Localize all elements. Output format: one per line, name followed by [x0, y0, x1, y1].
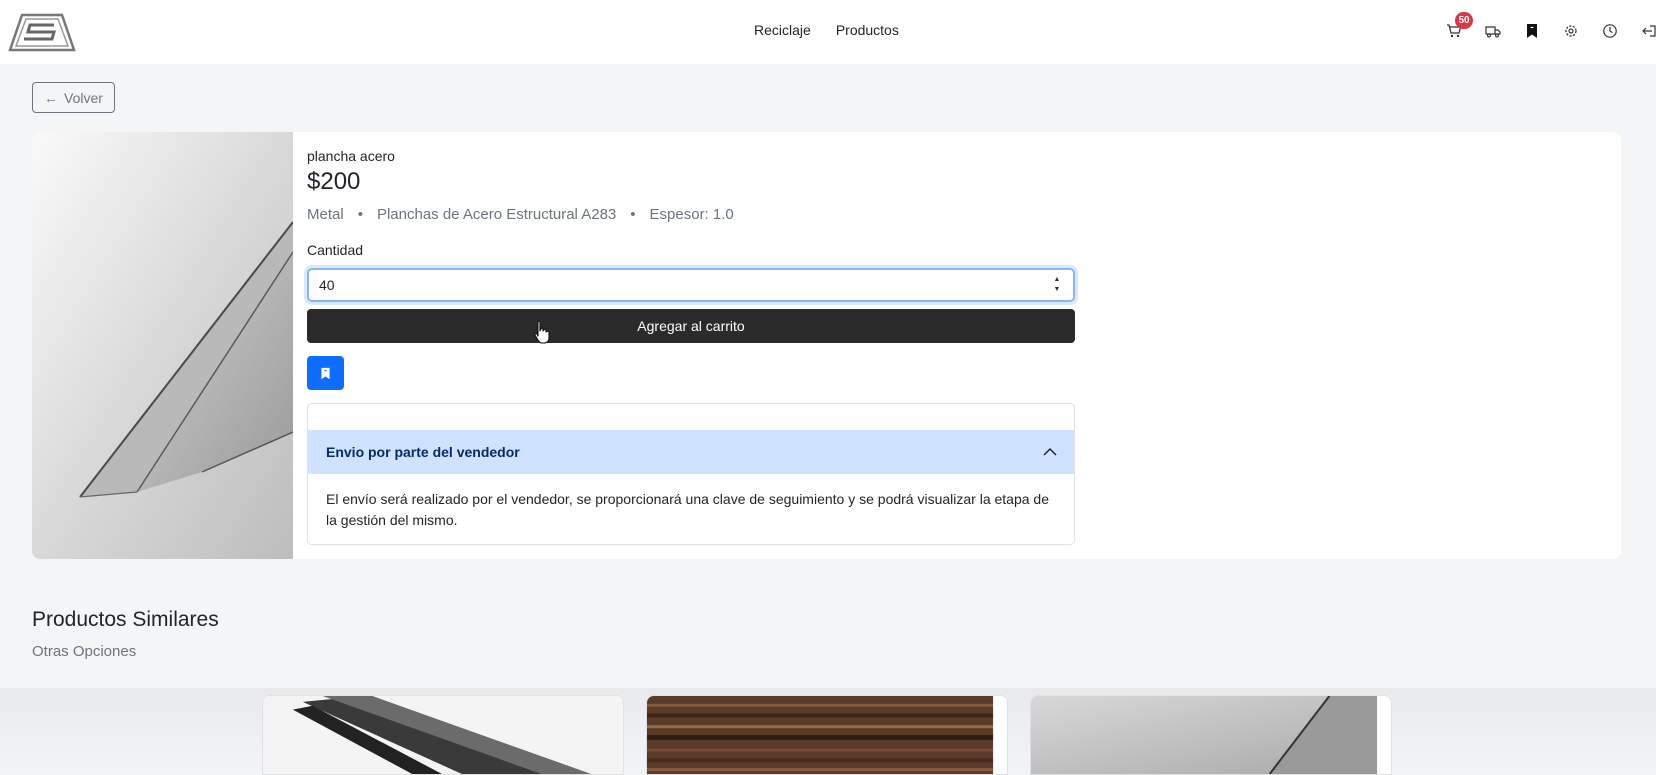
rusty-steel-plates-photo [647, 696, 1007, 774]
product-image [32, 132, 293, 559]
quantity-label: Cantidad [307, 242, 364, 258]
shipping-description: El envío será realizado por el vendedor,… [326, 491, 1049, 528]
shipping-accordion: Envio por parte del vendedor El envío se… [307, 403, 1075, 545]
product-info: plancha acero $200 Metal • Planchas de A… [307, 132, 1077, 559]
nav-icon-bar: 50 [1434, 12, 1656, 42]
saved-button[interactable] [1512, 20, 1551, 42]
product-material: Metal [307, 206, 344, 223]
product-meta: Metal • Planchas de Acero Estructural A2… [307, 206, 734, 223]
bookmark-icon [1526, 24, 1537, 38]
similar-products-title: Productos Similares [32, 608, 219, 631]
navbar: Reciclaje Productos 50 [0, 0, 1656, 64]
bookmark-icon [321, 367, 330, 379]
shipments-button[interactable] [1473, 20, 1512, 42]
truck-icon [1484, 26, 1501, 38]
galvanized-steel-sheet-photo [1031, 696, 1391, 774]
quantity-stepper[interactable]: ▲ ▼ [1051, 276, 1063, 294]
shipping-accordion-header[interactable]: Envio por parte del vendedor [308, 430, 1074, 474]
product-detail-card: plancha acero $200 Metal • Planchas de A… [32, 132, 1621, 559]
logo[interactable] [6, 12, 78, 52]
quantity-input[interactable] [307, 268, 1075, 302]
similar-products-subtitle: Otras Opciones [32, 643, 137, 660]
shipping-title: Envio por parte del vendedor [326, 444, 520, 460]
gear-icon [1564, 25, 1577, 37]
product-thickness: Espesor: 1.0 [649, 206, 734, 223]
product-price: $200 [307, 168, 361, 195]
cart-count-badge: 50 [1455, 12, 1473, 29]
logo-icon [8, 13, 76, 52]
cart-button[interactable]: 50 [1434, 12, 1473, 42]
back-button[interactable]: ← Volver [32, 82, 115, 113]
similar-product-card[interactable] [262, 695, 624, 775]
similar-product-card[interactable] [1030, 695, 1392, 775]
save-product-button[interactable] [307, 356, 344, 390]
similar-product-card[interactable] [646, 695, 1008, 775]
chevron-up-icon [1043, 447, 1057, 456]
main-nav: Reciclaje Productos [754, 22, 899, 38]
steel-sheet-photo [32, 132, 293, 559]
back-button-label: Volver [64, 89, 103, 106]
meta-separator: • [357, 206, 363, 223]
stepper-down-icon[interactable]: ▼ [1054, 286, 1061, 294]
history-button[interactable] [1590, 20, 1629, 42]
dark-steel-sheets-photo [263, 696, 623, 774]
mouse-cursor-icon [534, 320, 550, 344]
nav-link-reciclaje[interactable]: Reciclaje [754, 22, 811, 38]
product-name: plancha acero [307, 148, 395, 164]
product-category: Planchas de Acero Estructural A283 [376, 206, 617, 223]
clock-icon [1602, 24, 1617, 38]
logout-icon [1641, 25, 1656, 37]
back-arrow-icon: ← [44, 89, 59, 106]
settings-button[interactable] [1551, 20, 1590, 42]
nav-link-productos[interactable]: Productos [836, 22, 899, 38]
stepper-up-icon[interactable]: ▲ [1054, 276, 1061, 284]
logout-button[interactable] [1629, 20, 1656, 42]
add-to-cart-button[interactable]: Agregar al carrito [307, 309, 1075, 343]
meta-separator: • [630, 206, 636, 223]
